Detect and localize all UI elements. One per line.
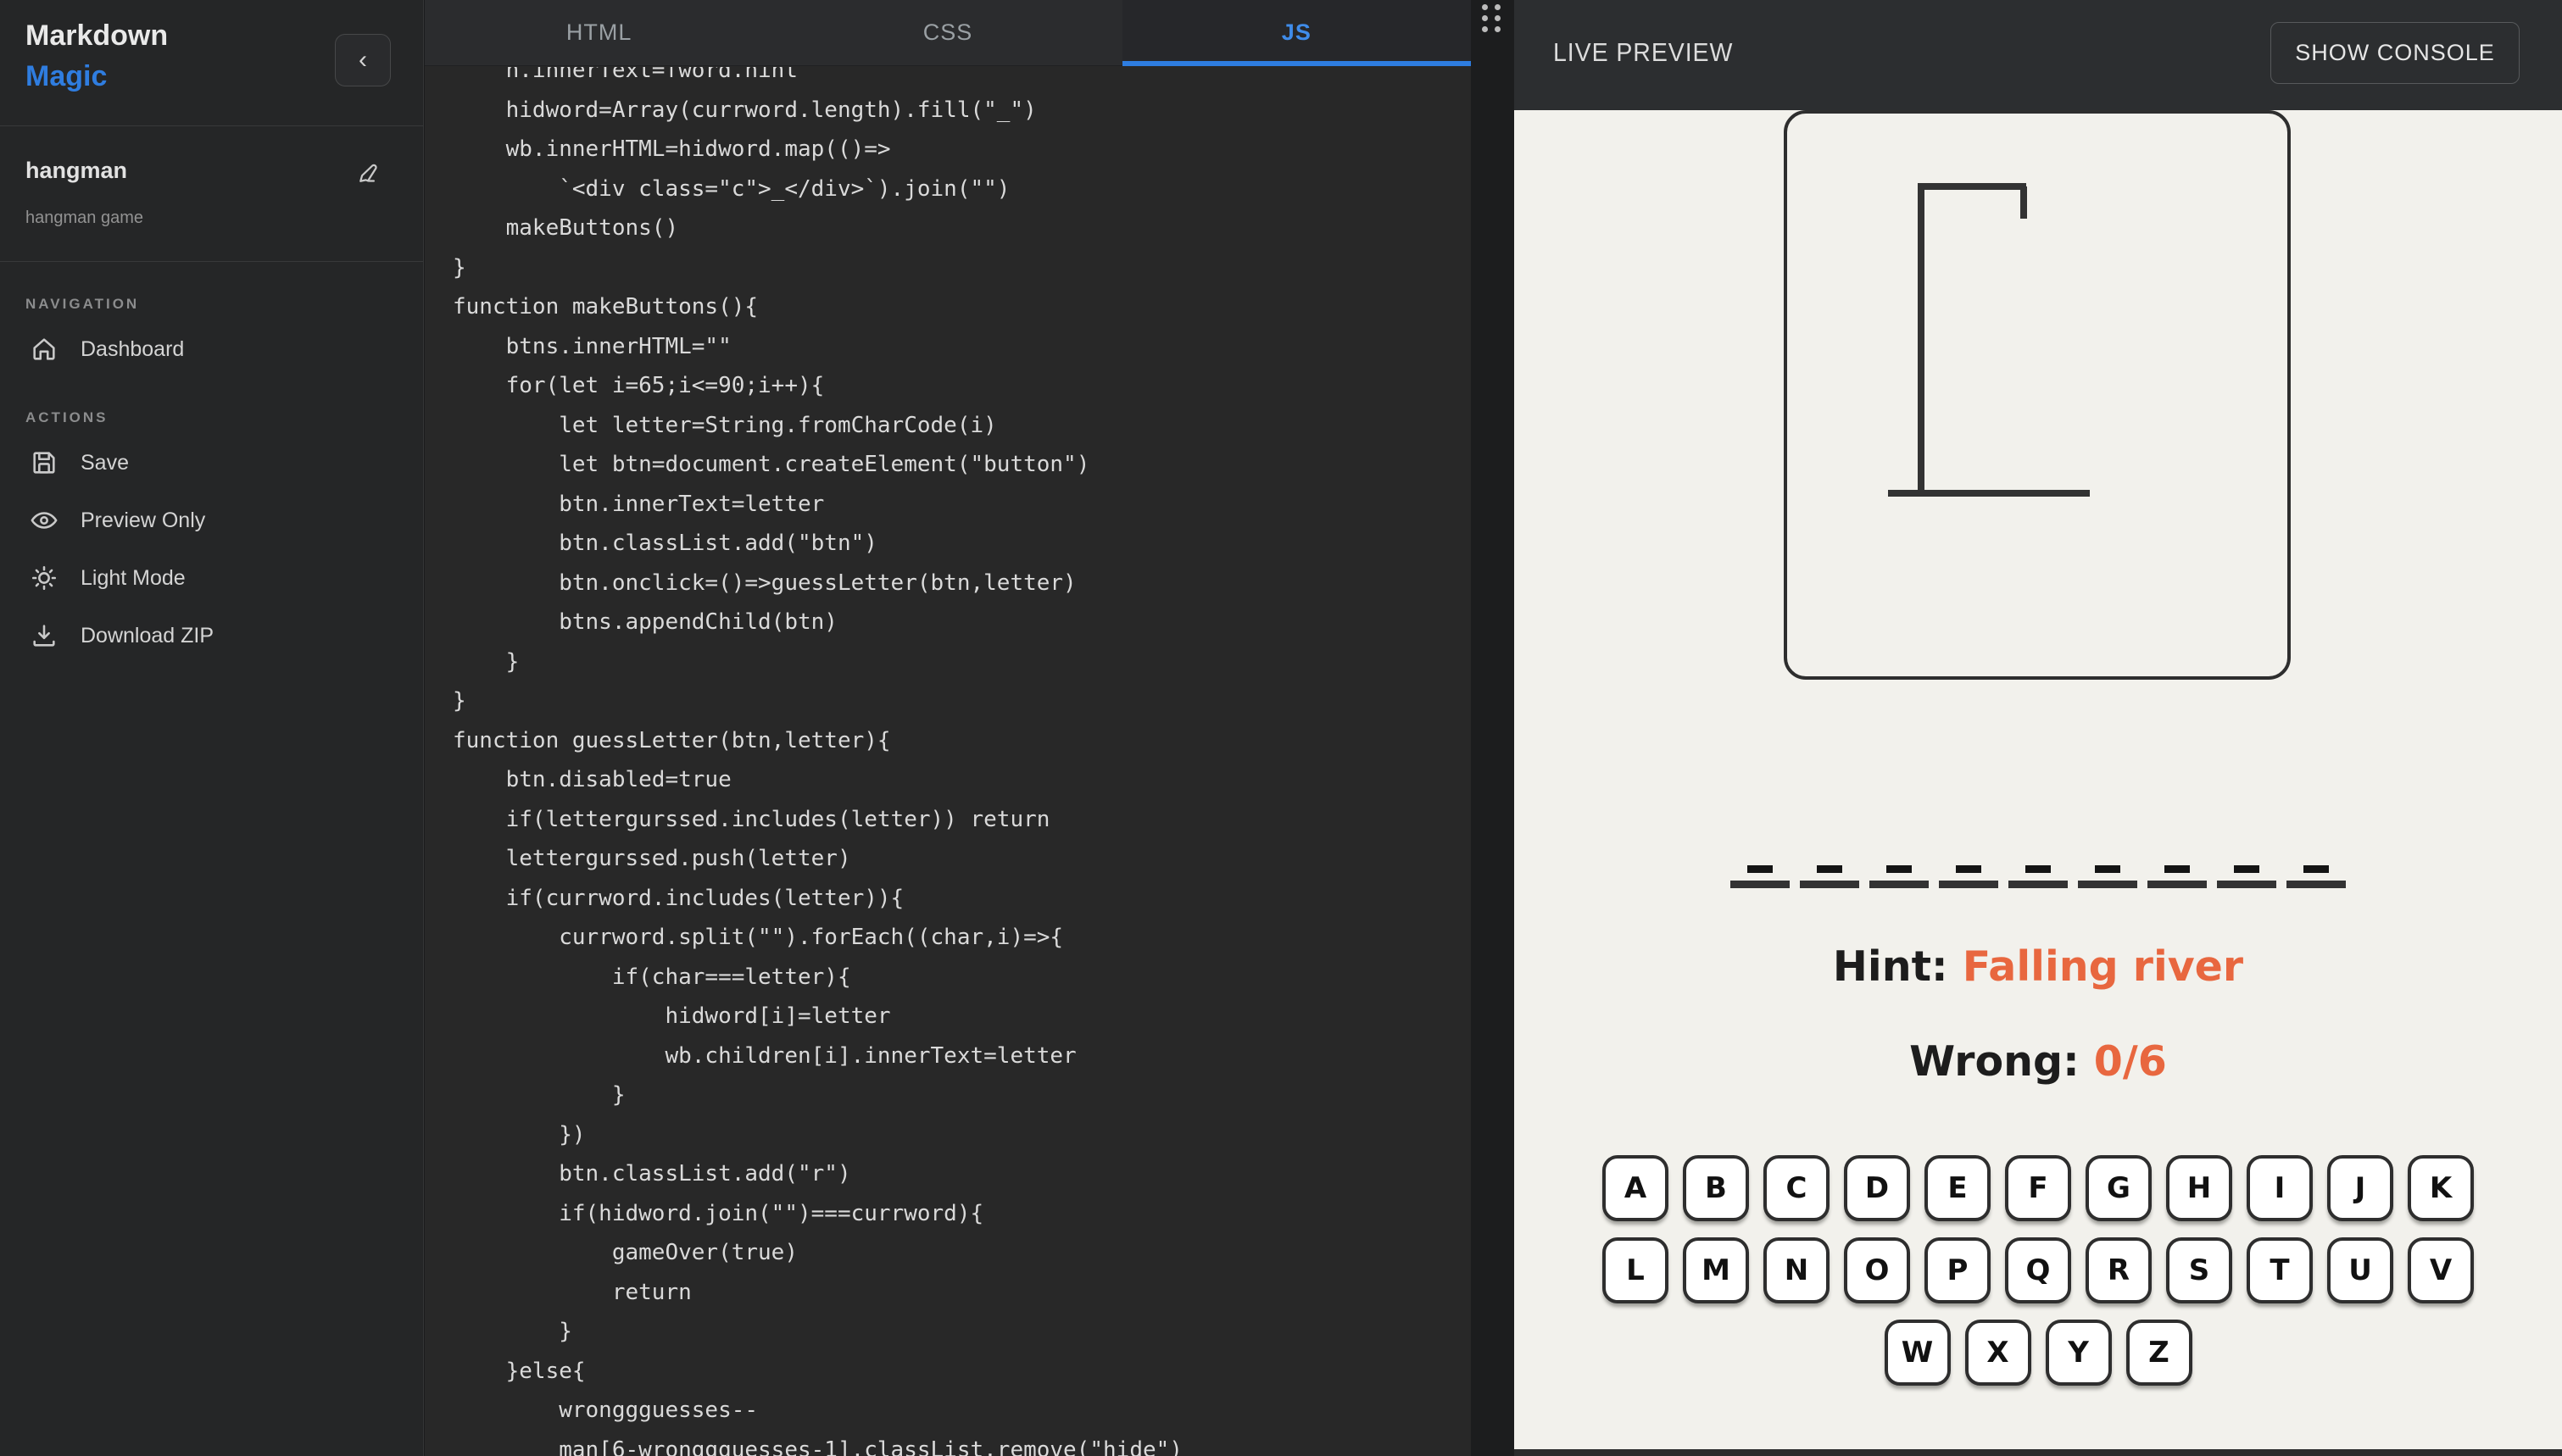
- letter-button-h[interactable]: H: [2166, 1155, 2232, 1221]
- word-blank: _: [1869, 865, 1929, 888]
- brand: Markdown Magic ‹: [25, 15, 399, 97]
- tab-js[interactable]: JS: [1122, 0, 1472, 66]
- hint-label: Hint:: [1832, 942, 1948, 991]
- hint-text: Hint: Falling river: [1514, 942, 2562, 991]
- code-content: h.innerText=fword.hint hidword=Array(cur…: [453, 67, 1183, 1456]
- letter-button-l[interactable]: L: [1602, 1237, 1668, 1303]
- letter-button-t[interactable]: T: [2247, 1237, 2313, 1303]
- tab-css[interactable]: CSS: [773, 0, 1122, 65]
- home-icon: [30, 335, 58, 364]
- preview-body: _ _ _ _ _ _ _ _ _ Hint: Falling river Wrong: 0/6…: [1514, 110, 2562, 1449]
- eye-icon: [30, 506, 58, 535]
- word-blank: _: [2008, 865, 2068, 888]
- letter-button-i[interactable]: I: [2247, 1155, 2313, 1221]
- preview-header: LIVE PREVIEW SHOW CONSOLE: [1514, 0, 2562, 110]
- sidebar-nav: NAVIGATION Dashboard ACTIONS Save Preview On…: [0, 262, 423, 657]
- wrong-value: 0/6: [2093, 1037, 2167, 1086]
- letter-button-m[interactable]: M: [1683, 1237, 1749, 1303]
- word-blank: _: [2078, 865, 2137, 888]
- sidebar-item-save[interactable]: Save: [0, 442, 423, 484]
- letter-button-c[interactable]: C: [1763, 1155, 1830, 1221]
- section-label-navigation: NAVIGATION: [25, 296, 140, 312]
- letter-button-u[interactable]: U: [2327, 1237, 2393, 1303]
- sidebar-item-label: Dashboard: [81, 336, 185, 361]
- keyboard-row: LMNOPQRSTUV: [1514, 1237, 2562, 1303]
- hangman-drawing: [1784, 110, 2291, 680]
- word-blank: _: [1730, 865, 1790, 888]
- editor-tab-bar: HTML CSS JS: [425, 0, 1472, 66]
- letter-button-v[interactable]: V: [2408, 1237, 2474, 1303]
- letter-button-y[interactable]: Y: [2045, 1320, 2112, 1386]
- preview-title: LIVE PREVIEW: [1553, 37, 1734, 67]
- sidebar-collapse-button[interactable]: ‹: [335, 34, 391, 86]
- divider: [0, 125, 423, 126]
- letter-button-a[interactable]: A: [1602, 1155, 1668, 1221]
- sidebar-item-download-zip[interactable]: Download ZIP: [0, 614, 423, 657]
- chevron-left-icon: ‹: [359, 46, 367, 74]
- drag-handle-icon: [1482, 4, 1502, 35]
- project-name: hangman: [25, 158, 128, 183]
- letter-button-q[interactable]: Q: [2005, 1237, 2071, 1303]
- word-blank: _: [2286, 865, 2346, 888]
- window-edge: [1514, 1449, 2562, 1456]
- sidebar-item-label: Save: [81, 450, 129, 475]
- word-blanks: _ _ _ _ _ _ _ _ _: [1730, 865, 2346, 888]
- letter-button-r[interactable]: R: [2086, 1237, 2152, 1303]
- sidebar-item-label: Light Mode: [81, 565, 186, 590]
- letter-button-k[interactable]: K: [2408, 1155, 2474, 1221]
- panel-splitter[interactable]: [1471, 0, 1514, 1456]
- project-description: hangman game: [25, 208, 143, 227]
- section-label-actions: ACTIONS: [25, 409, 109, 425]
- edit-project-button[interactable]: [354, 159, 382, 188]
- show-console-button[interactable]: SHOW CONSOLE: [2270, 22, 2520, 84]
- sidebar-item-light-mode[interactable]: Light Mode: [0, 557, 423, 599]
- wrong-count: Wrong: 0/6: [1514, 1037, 2562, 1086]
- live-preview-panel: LIVE PREVIEW SHOW CONSOLE _ _ _ _ _ _ _ _ _ Hint…: [1514, 0, 2562, 1456]
- letter-button-n[interactable]: N: [1763, 1237, 1830, 1303]
- letter-keyboard: ABCDEFGHIJK LMNOPQRSTUV WXYZ: [1514, 1155, 2562, 1386]
- pencil-icon: [355, 164, 381, 188]
- word-blank: _: [1939, 865, 1998, 888]
- sidebar: Markdown Magic ‹ hangman hangman game NA…: [0, 0, 424, 1456]
- word-blank: _: [1800, 865, 1859, 888]
- download-icon: [30, 621, 58, 650]
- word-blank: _: [2147, 865, 2207, 888]
- app-root: Markdown Magic ‹ hangman hangman game NA…: [0, 0, 2562, 1456]
- letter-button-p[interactable]: P: [1924, 1237, 1991, 1303]
- letter-button-e[interactable]: E: [1924, 1155, 1991, 1221]
- sidebar-item-label: Preview Only: [81, 508, 206, 532]
- keyboard-row: ABCDEFGHIJK: [1514, 1155, 2562, 1221]
- word-blank: _: [2217, 865, 2276, 888]
- letter-button-d[interactable]: D: [1844, 1155, 1910, 1221]
- letter-button-x[interactable]: X: [1964, 1320, 2031, 1386]
- letter-button-f[interactable]: F: [2005, 1155, 2071, 1221]
- gallows-icon: [1888, 183, 2090, 497]
- sun-icon: [30, 564, 58, 592]
- hint-value: Falling river: [1962, 942, 2244, 991]
- keyboard-row: WXYZ: [1514, 1320, 2562, 1386]
- sidebar-item-preview-only[interactable]: Preview Only: [0, 499, 423, 542]
- sidebar-item-label: Download ZIP: [81, 623, 214, 647]
- letter-button-z[interactable]: Z: [2125, 1320, 2192, 1386]
- letter-button-j[interactable]: J: [2327, 1155, 2393, 1221]
- letter-button-b[interactable]: B: [1683, 1155, 1749, 1221]
- wrong-label: Wrong:: [1909, 1037, 2080, 1086]
- sidebar-item-dashboard[interactable]: Dashboard: [0, 328, 423, 370]
- tab-html[interactable]: HTML: [425, 0, 773, 65]
- letter-button-w[interactable]: W: [1884, 1320, 1951, 1386]
- code-editor[interactable]: h.innerText=fword.hint hidword=Array(cur…: [425, 67, 1471, 1456]
- letter-button-g[interactable]: G: [2086, 1155, 2152, 1221]
- letter-button-o[interactable]: O: [1844, 1237, 1910, 1303]
- letter-button-s[interactable]: S: [2166, 1237, 2232, 1303]
- code-editor-panel: HTML CSS JS h.innerText=fword.hint hidword…: [425, 0, 1472, 1456]
- save-icon: [30, 448, 58, 477]
